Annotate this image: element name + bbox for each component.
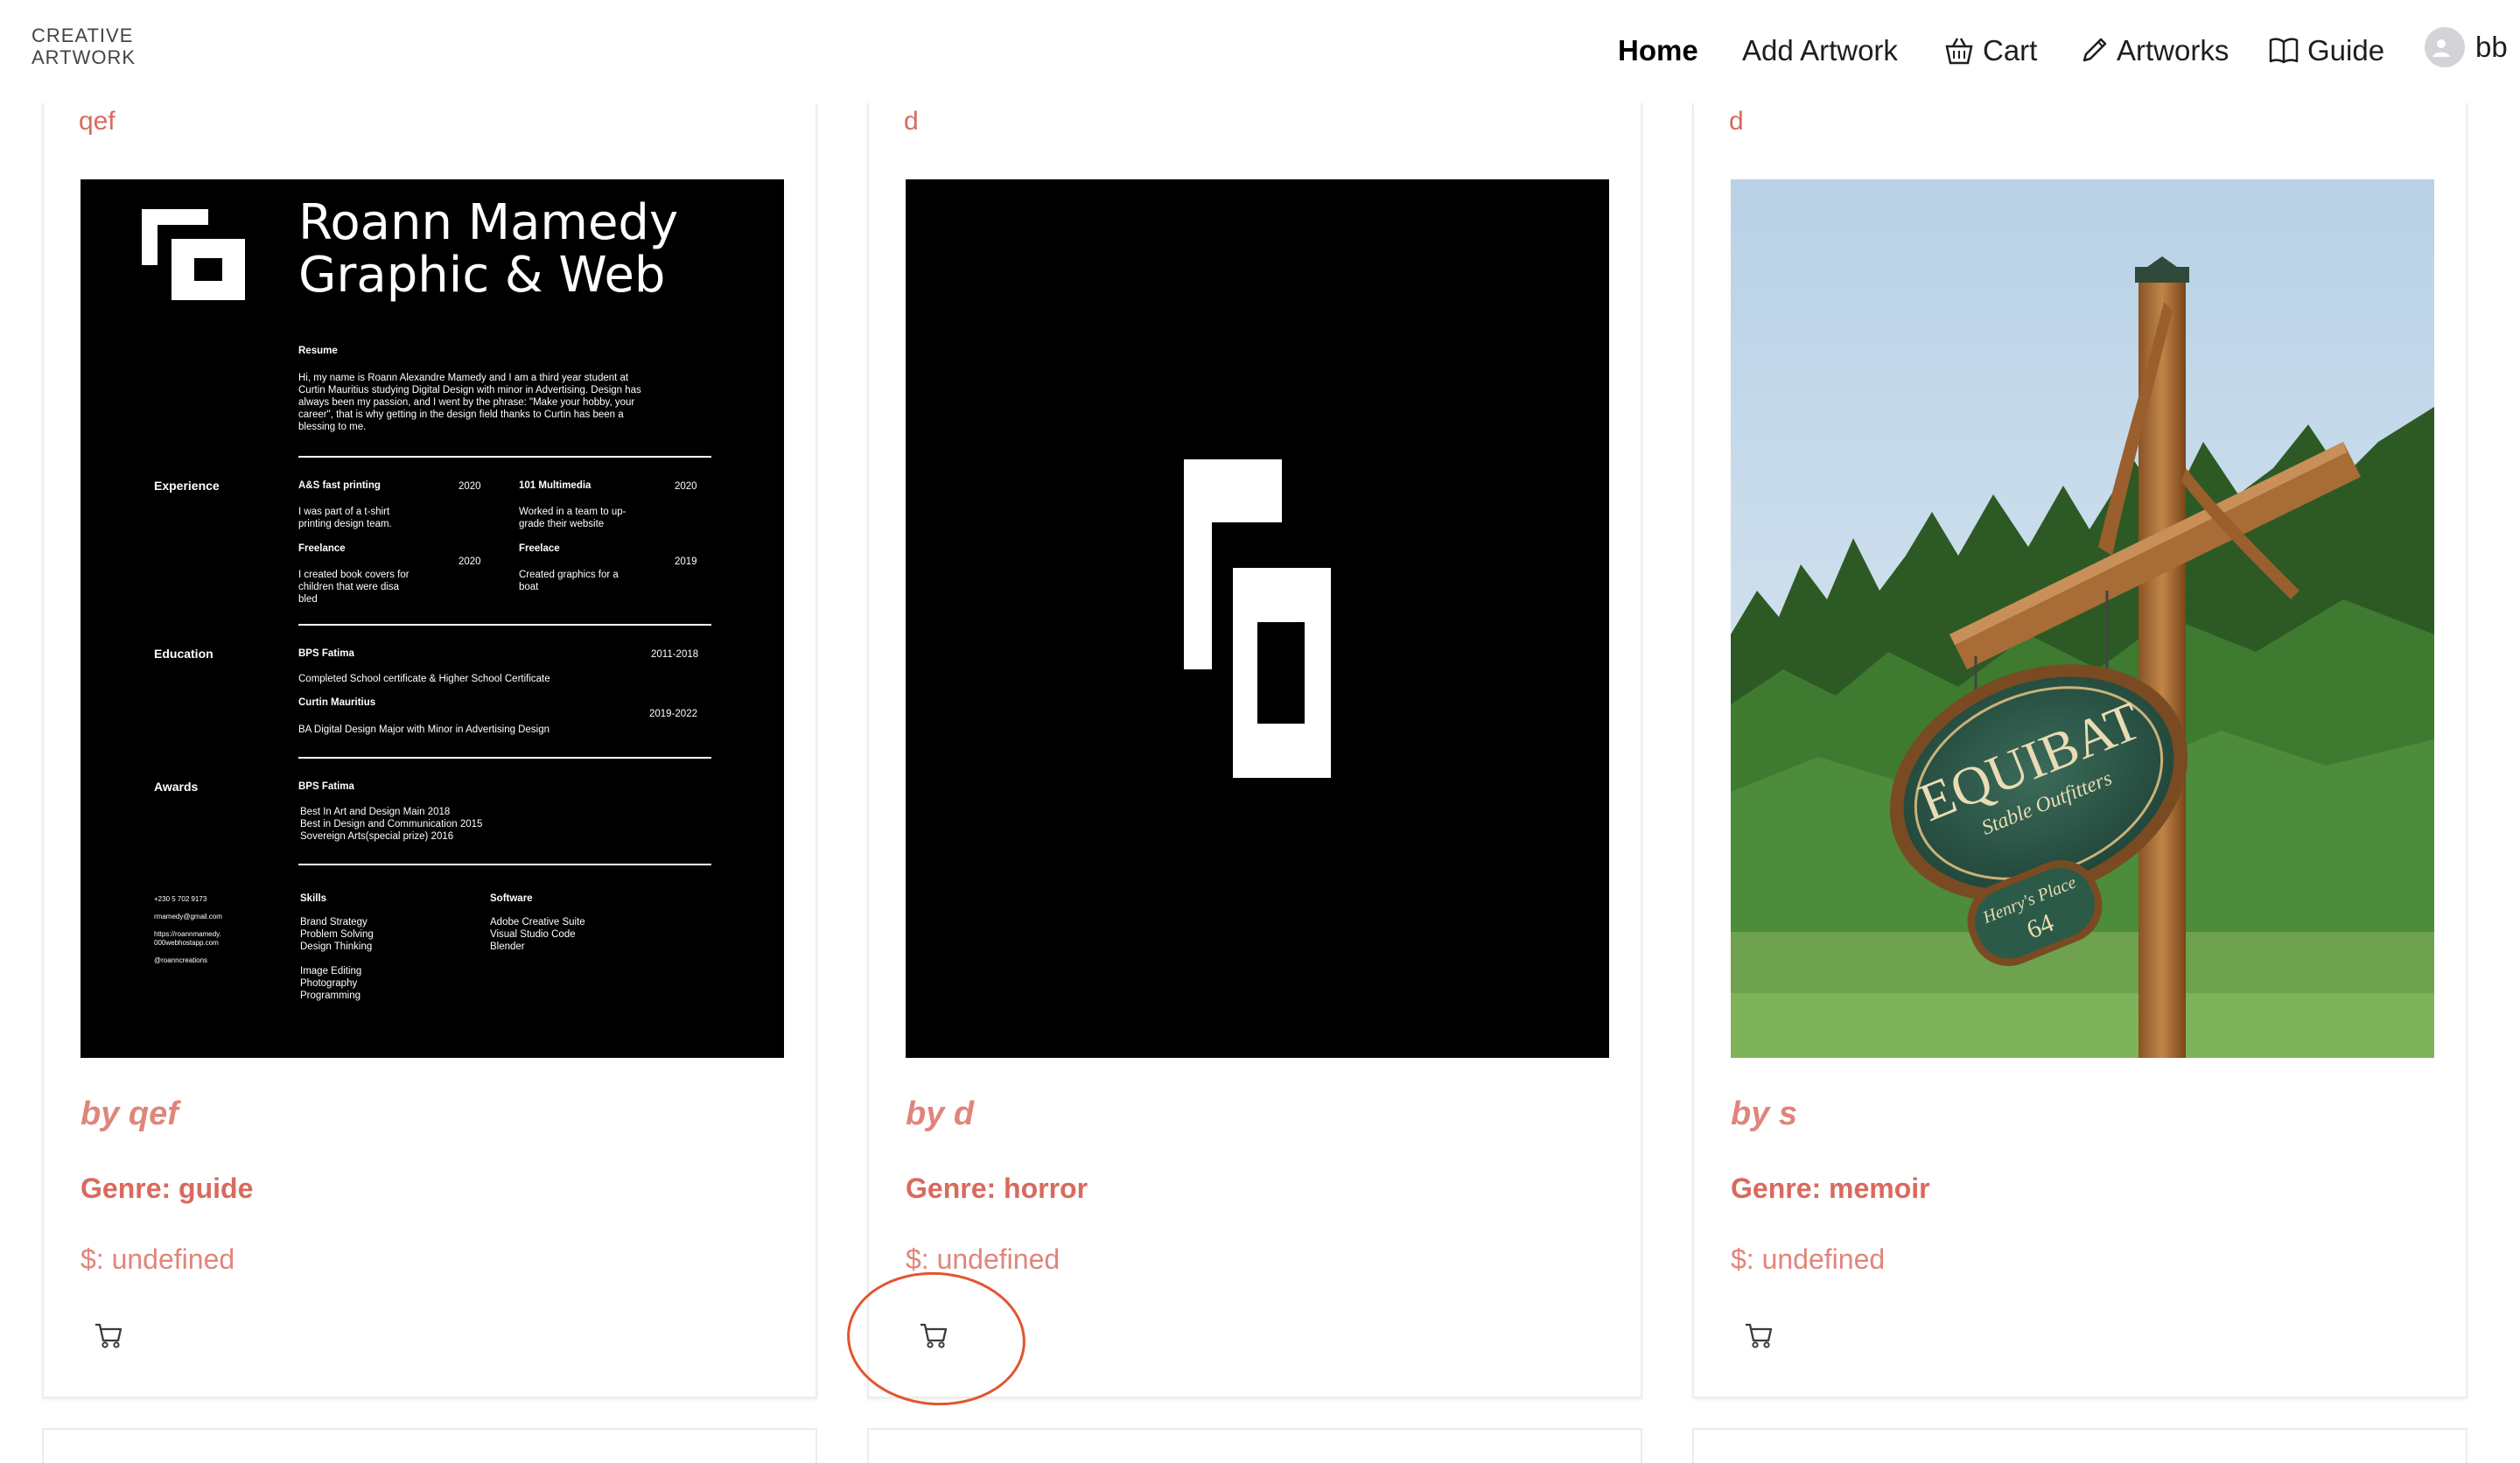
brand-line-1: CREATIVE (32, 24, 134, 46)
software-text: Adobe Creative Suite Visual Studio Code … (490, 917, 585, 952)
brand-logo[interactable]: CREATIVE ARTWORK (32, 24, 136, 68)
artwork-card-partial (42, 1428, 817, 1463)
nav-user-menu[interactable]: bb (2425, 27, 2508, 67)
artwork-card-partial (867, 1428, 1642, 1463)
contact-text: +230 5 702 9173 rmamedy@gmail.com https:… (154, 895, 222, 964)
edu2-year: 2019-2022 (649, 709, 697, 719)
artwork-genre: Genre: guide (80, 1172, 254, 1204)
exp2-text: Worked in a team to up- grade their webs… (519, 507, 626, 529)
software-label: Software (490, 893, 533, 904)
skills-text: Brand Strategy Problem Solving Design Th… (300, 917, 374, 1001)
exp4-text: Created graphics for a boat (519, 570, 619, 592)
edu2-text: BA Digital Design Major with Minor in Ad… (298, 724, 550, 735)
artwork-title: d (904, 107, 919, 136)
basket-icon (1945, 38, 1973, 65)
nav-add-artwork[interactable]: Add Artwork (1742, 32, 1898, 70)
nav-guide[interactable]: Guide (2268, 32, 2384, 70)
nav-artworks-label: Artworks (2117, 34, 2230, 66)
resume-heading: Resume (298, 346, 338, 356)
artwork-image[interactable] (906, 179, 1609, 1058)
exp2-title: 101 Multimedia (519, 480, 592, 491)
edu1-text: Completed School certificate & Higher Sc… (298, 674, 550, 684)
nav-cart[interactable]: Cart (1943, 32, 2037, 70)
artwork-author: by d (906, 1096, 975, 1132)
awards-label: Awards (154, 780, 199, 794)
nav-home-label: Home (1618, 34, 1698, 66)
top-navbar: CREATIVE ARTWORK Home Add Artwork Cart A… (0, 0, 2520, 103)
resume-name: Roann Mamedy Graphic & Web (298, 194, 679, 304)
artwork-image[interactable]: EQUIBAT Stable Outfitters Henry's Place … (1731, 179, 2434, 1058)
artwork-genre: Genre: memoir (1731, 1172, 1930, 1204)
artwork-price: $: undefined (80, 1243, 235, 1275)
edu1-title: BPS Fatima (298, 648, 354, 659)
user-avatar-icon (2425, 27, 2465, 67)
add-to-cart-button[interactable] (1741, 1318, 1776, 1353)
brand-line-2: ARTWORK (32, 46, 136, 68)
nav-guide-label: Guide (2307, 34, 2385, 66)
exp2-year: 2020 (675, 481, 697, 492)
award-text: Best In Art and Design Main 2018 Best in… (300, 807, 483, 842)
divider (298, 624, 711, 626)
skills-label: Skills (300, 893, 327, 904)
exp1-text: I was part of a t-shirt printing design … (298, 507, 392, 529)
pen-icon (2082, 38, 2107, 62)
artwork-card: d EQUIBAT Stable Outfitters Henry's Plac… (1692, 88, 2468, 1398)
rm-logo-icon (142, 209, 245, 300)
exp1-year: 2020 (458, 481, 481, 492)
user-name: bb (2475, 31, 2508, 63)
exp4-title: Freelace (519, 543, 560, 554)
resume-intro: Hi, my name is Roann Alexandre Mamedy an… (298, 373, 641, 432)
education-label: Education (154, 647, 214, 661)
logo-mark (1184, 459, 1331, 778)
add-to-cart-button[interactable] (916, 1318, 951, 1353)
artwork-card: qef Roann Mamedy Graphic & Web Resume Hi… (42, 88, 817, 1398)
equibat-sign-photo: EQUIBAT Stable Outfitters Henry's Place … (1731, 179, 2434, 1058)
artwork-title: qef (79, 107, 116, 136)
exp3-text: I created book covers for children that … (298, 570, 410, 605)
resume-poster: Roann Mamedy Graphic & Web Resume Hi, my… (80, 179, 784, 1058)
nav-cart-label: Cart (1983, 34, 2038, 66)
cart-icon (1746, 1323, 1773, 1348)
artwork-author: by qef (80, 1096, 178, 1132)
cart-icon (95, 1323, 122, 1348)
artwork-genre: Genre: horror (906, 1172, 1088, 1204)
experience-label: Experience (154, 479, 220, 493)
award-title: BPS Fatima (298, 781, 354, 792)
nav-home[interactable]: Home (1618, 32, 1698, 70)
divider (298, 456, 711, 458)
artwork-card-partial (1692, 1428, 2468, 1463)
artwork-author: by s (1731, 1096, 1798, 1132)
exp3-title: Freelance (298, 543, 346, 554)
artwork-price: $: undefined (906, 1243, 1060, 1275)
divider (298, 757, 711, 759)
nav-artworks[interactable]: Artworks (2079, 32, 2229, 70)
artwork-price: $: undefined (1731, 1243, 1886, 1275)
book-icon (2269, 38, 2299, 64)
artwork-title: d (1729, 107, 1744, 136)
add-to-cart-button[interactable] (91, 1318, 126, 1353)
cart-icon (920, 1323, 948, 1348)
artwork-card: d by d Genre: horror $: undefined (867, 88, 1642, 1398)
edu2-title: Curtin Mauritius (298, 697, 376, 708)
edu1-year: 2011-2018 (651, 649, 699, 660)
artwork-image[interactable]: Roann Mamedy Graphic & Web Resume Hi, my… (80, 179, 784, 1058)
exp1-title: A&S fast printing (298, 480, 381, 491)
exp4-year: 2019 (675, 556, 697, 567)
divider (298, 864, 711, 865)
exp3-year: 2020 (458, 556, 481, 567)
nav-add-artwork-label: Add Artwork (1742, 34, 1898, 66)
